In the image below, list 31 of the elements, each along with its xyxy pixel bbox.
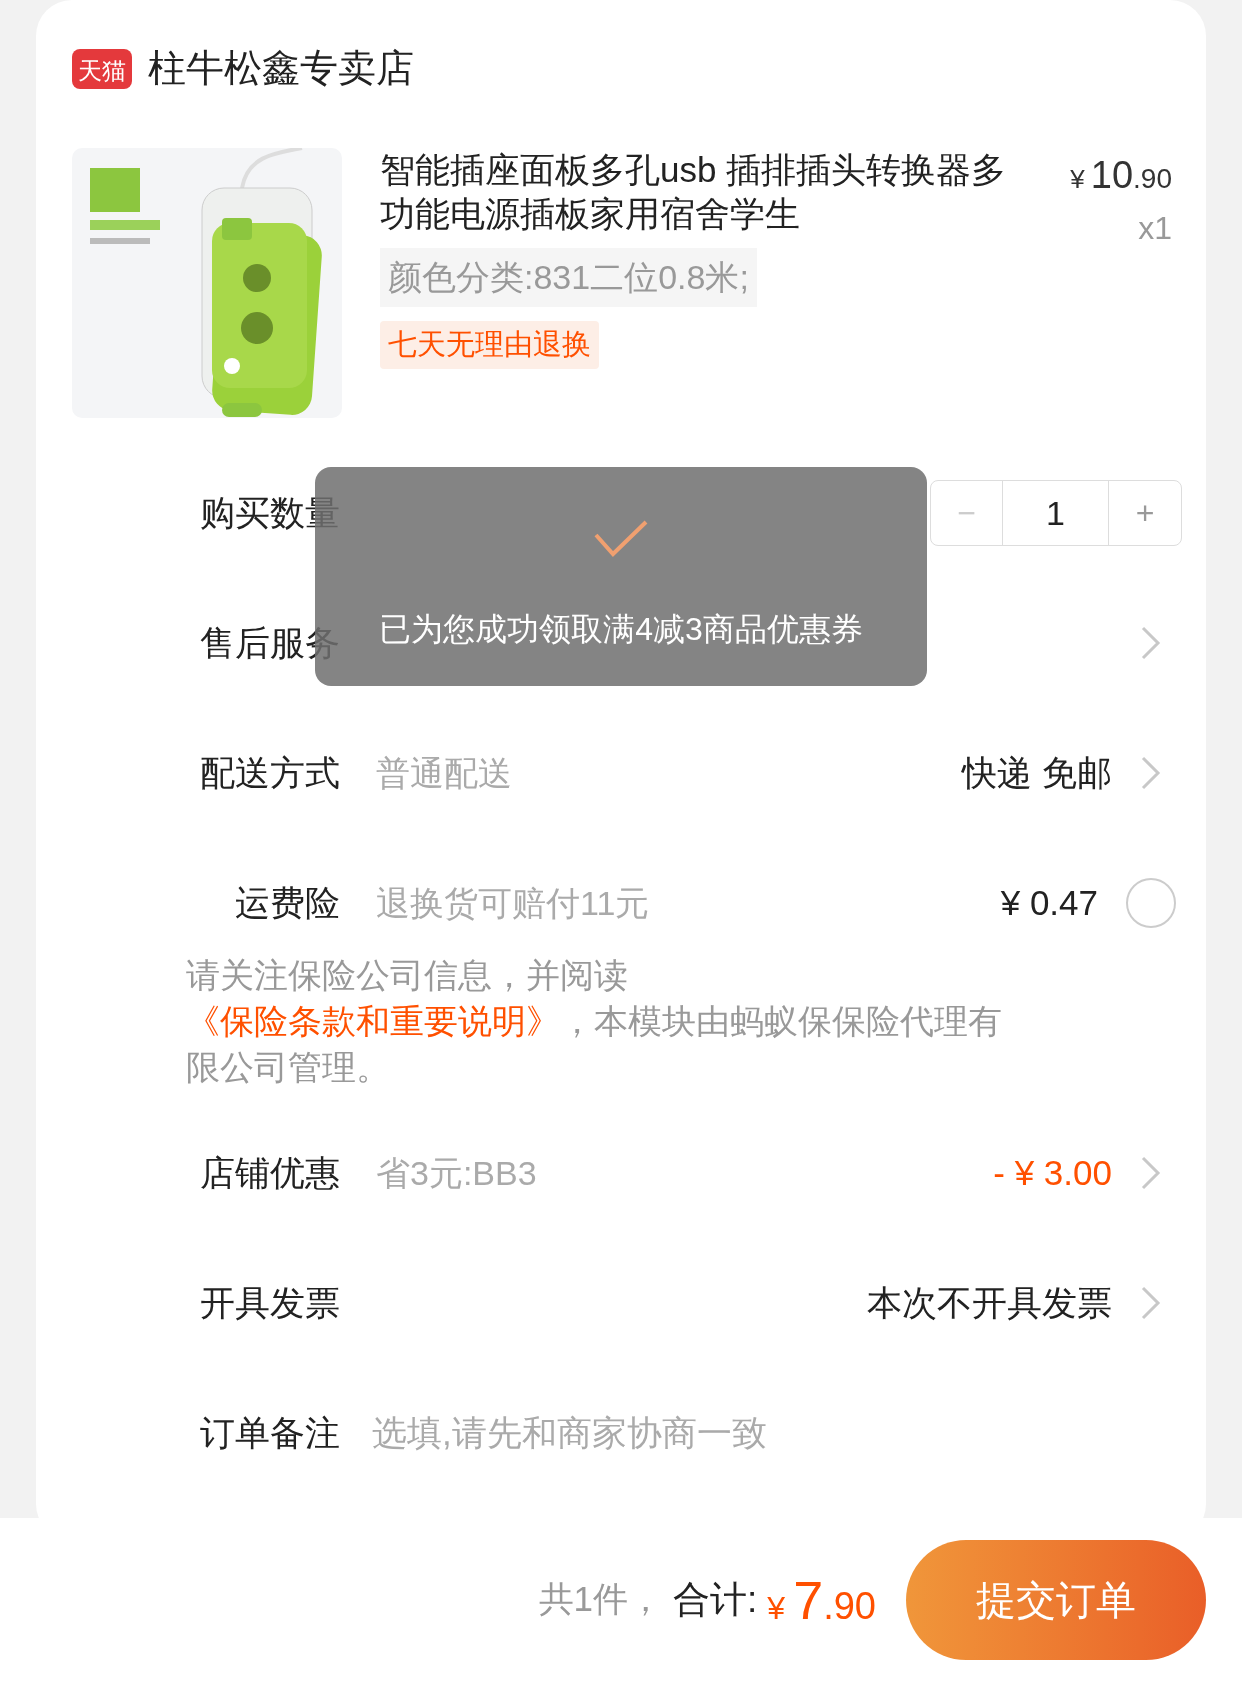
chevron-icon[interactable]	[1140, 1285, 1162, 1321]
row-label: 店铺优惠	[199, 1151, 340, 1194]
row-label: 运费险	[234, 881, 340, 924]
product-title[interactable]: 智能插座面板多孔usb 插排插头转换器多功能电源插板家用宿舍学生	[380, 148, 1010, 236]
row-value: 省3元:BB3	[376, 1152, 537, 1194]
item-count: 共1件，	[538, 1578, 664, 1621]
row-label: 开具发票	[199, 1281, 340, 1324]
row-value: 普通配送	[376, 752, 512, 794]
item-quantity: x1	[1138, 209, 1172, 248]
total-label: 合计:	[673, 1577, 758, 1622]
total-price: ¥7.90	[767, 1572, 876, 1627]
store-name[interactable]: 柱牛松鑫专卖店	[148, 40, 414, 97]
row-label: 配送方式	[199, 751, 340, 794]
toast-message: 已为您成功领取满4减3商品优惠券	[379, 610, 863, 649]
insurance-note: 请关注保险公司信息，并阅读 《保险条款和重要说明》，本模块由蚂蚁保保险代理有限公司管理。	[185, 955, 1003, 1088]
discount-amount: - ¥ 3.00	[993, 1151, 1112, 1194]
store-badge: 天猫	[72, 48, 132, 89]
row-detail: 本次不开具发票	[867, 1281, 1112, 1324]
chevron-icon[interactable]	[1140, 755, 1162, 791]
note-field[interactable]: 选填,请先和商家协商一致	[372, 1406, 1162, 1460]
chevron-icon[interactable]	[1140, 625, 1162, 661]
return-tag: 七天无理由退换	[380, 321, 599, 369]
row-label: 订单备注	[199, 1411, 340, 1454]
row-value: 退换货可赔付11元	[376, 882, 650, 924]
insurance-checkbox[interactable]	[1126, 878, 1176, 928]
quantity-stepper[interactable]: − 1 +	[930, 480, 1182, 546]
row-detail: 快递 免邮	[962, 751, 1112, 794]
row-detail: ¥ 0.47	[1000, 881, 1098, 924]
check-icon	[593, 519, 649, 559]
chevron-icon[interactable]	[1140, 1155, 1162, 1191]
item-price: ¥10.90	[1070, 156, 1172, 194]
